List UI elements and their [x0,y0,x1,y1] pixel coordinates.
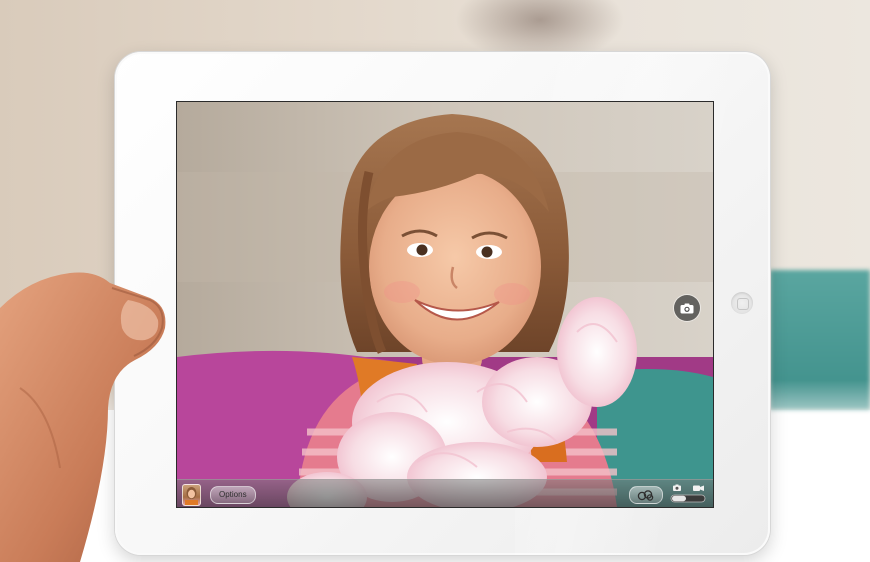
front-camera-icon [731,292,753,314]
camera-icon [680,303,694,313]
photo-video-switch-icon [670,484,706,503]
photo-video-switch[interactable] [669,484,707,504]
self-view-icon [185,487,198,505]
self-view-thumbnail[interactable] [182,484,201,506]
switch-camera-button[interactable] [674,295,700,321]
options-button[interactable]: Options [210,486,256,504]
camera-toolbar: Options [177,479,713,507]
camera-feed-image [177,102,713,507]
effects-button[interactable] [629,486,663,504]
facetime-screen: Options [176,101,714,508]
hand-holding-ipad [0,272,166,562]
effects-icon [637,489,654,501]
